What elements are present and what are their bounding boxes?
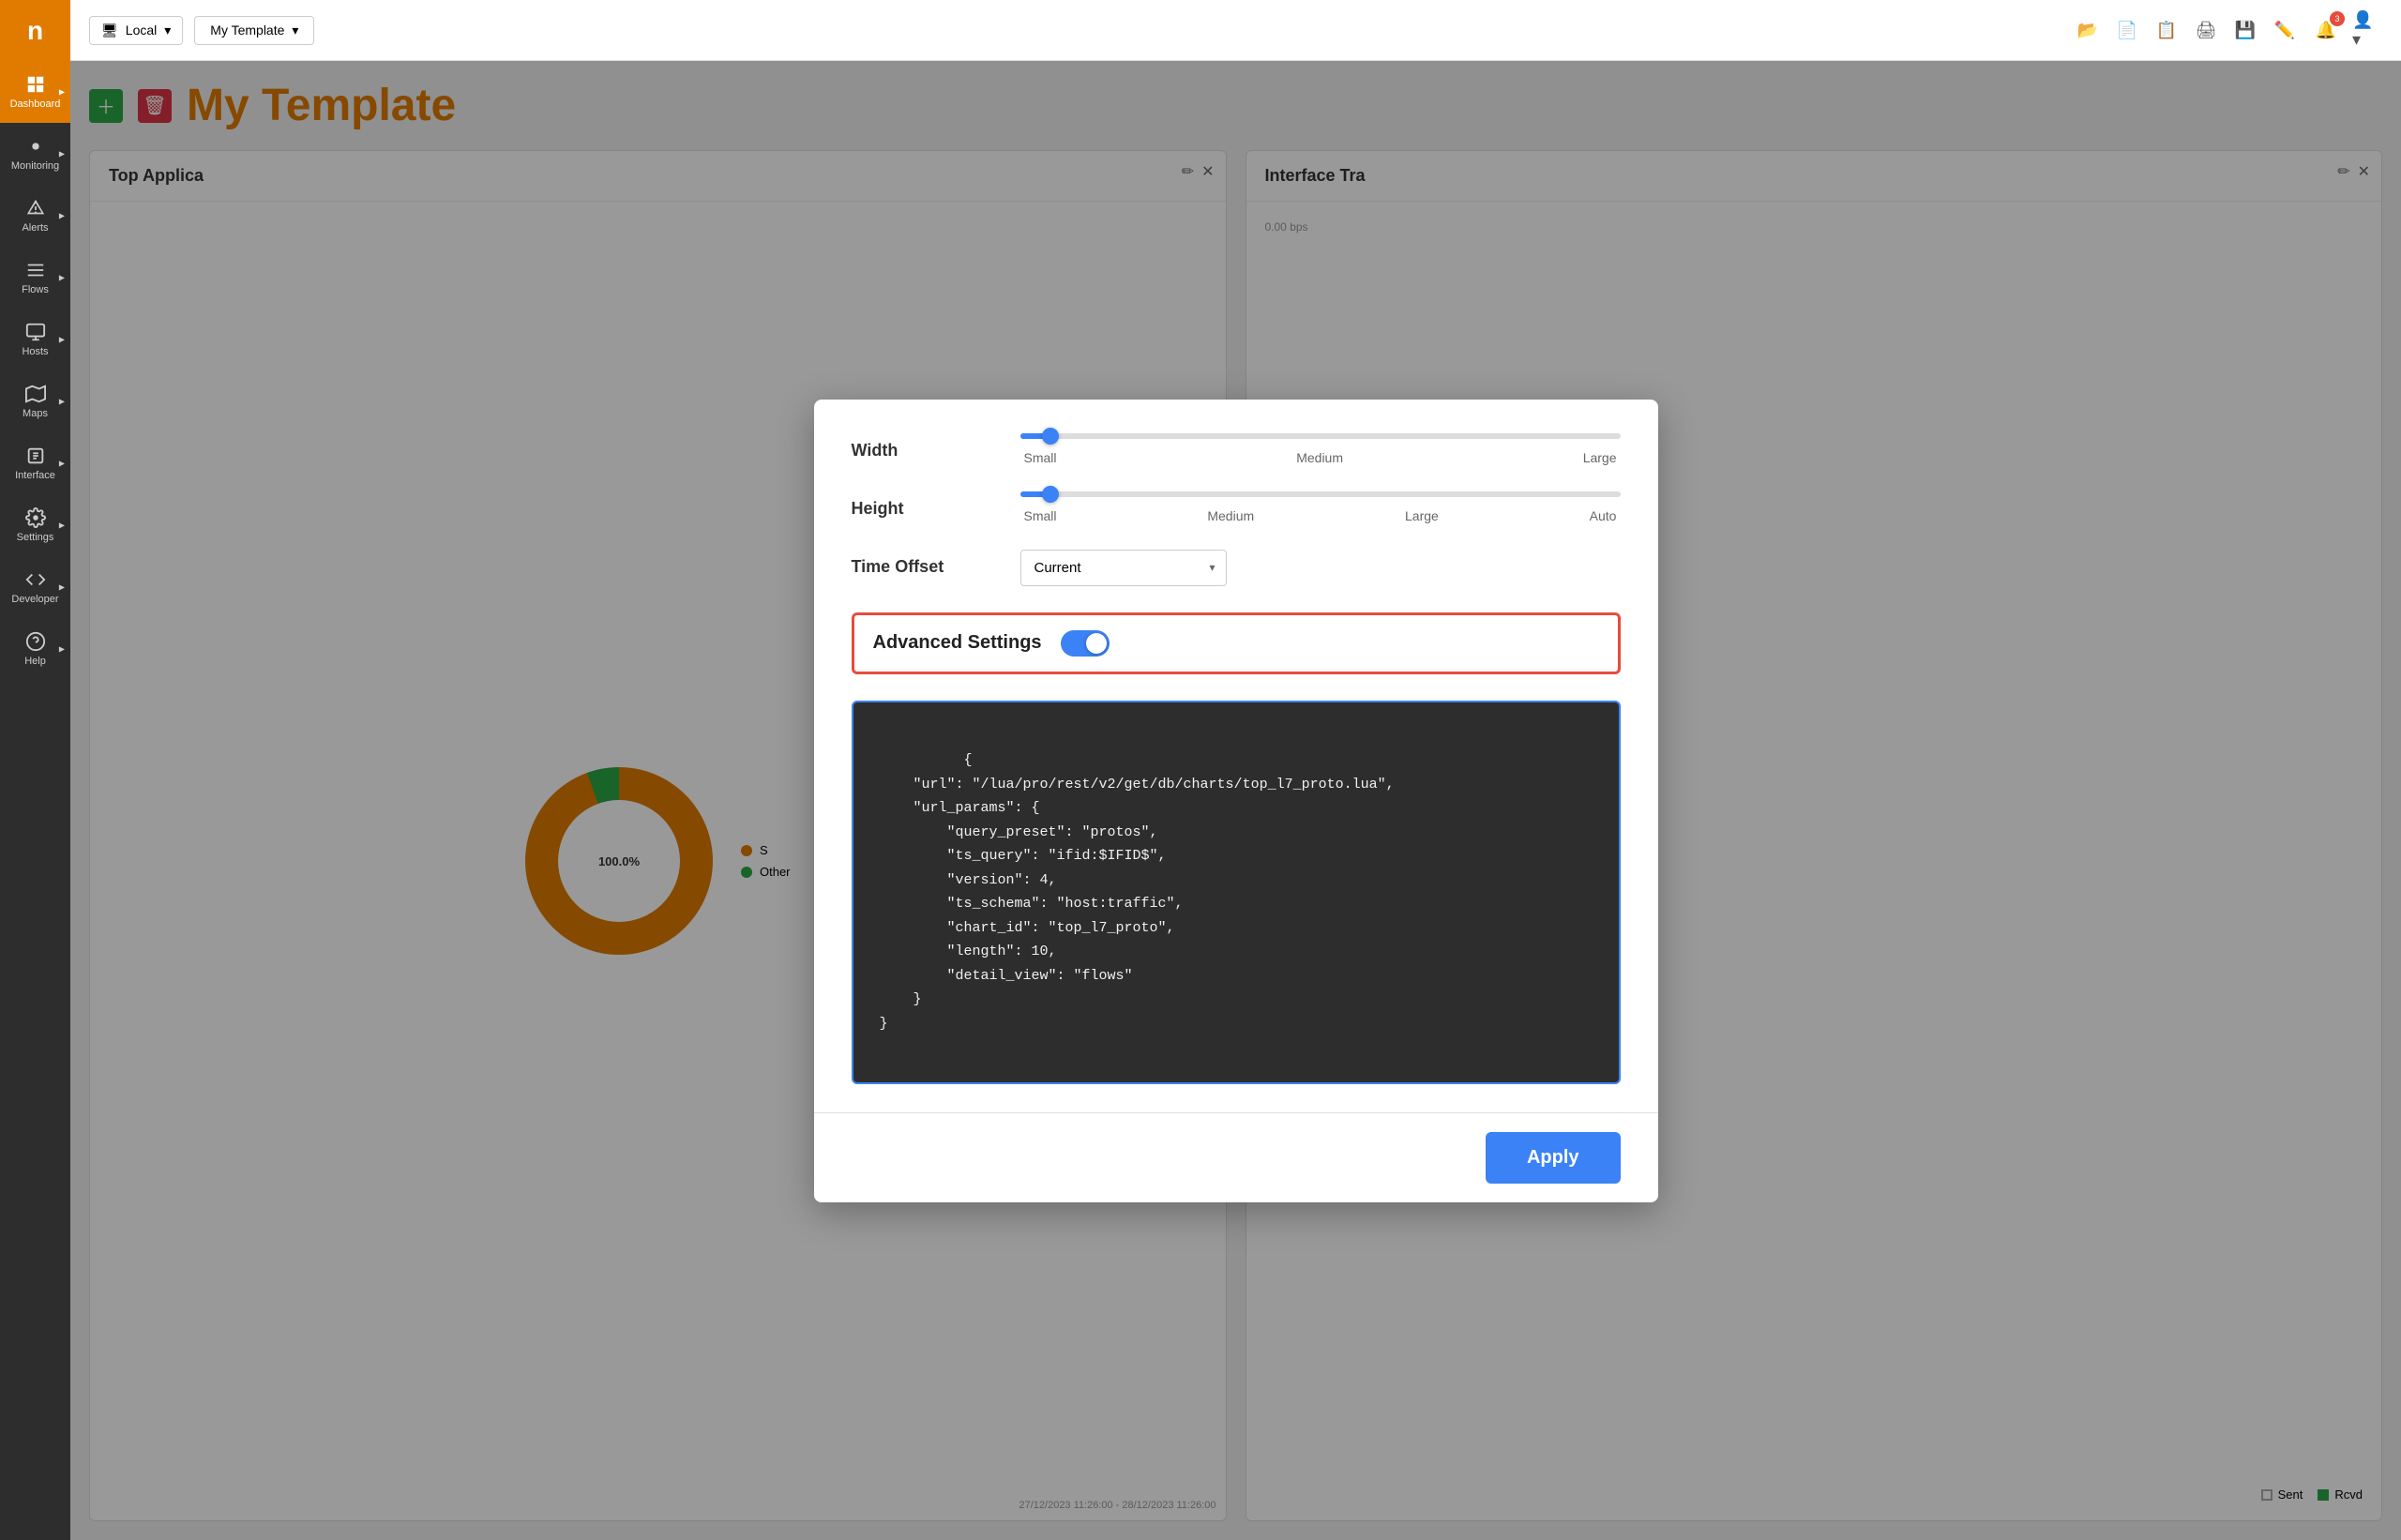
width-slider-wrapper: Small Medium Large: [1020, 433, 1621, 465]
advanced-settings-row: Advanced Settings: [852, 612, 1621, 674]
dropdown-icon: ▾: [292, 23, 298, 38]
sidebar-item-label: Developer: [11, 594, 58, 605]
height-label: Height: [852, 491, 983, 519]
chevron-right-icon: ▶: [59, 212, 65, 220]
file-download-icon[interactable]: 💾: [2230, 15, 2260, 45]
chevron-right-icon: ▶: [59, 336, 65, 344]
width-label: Width: [852, 433, 983, 460]
file-new-icon[interactable]: 📄: [2112, 15, 2142, 45]
chevron-right-icon: ▶: [59, 521, 65, 530]
sidebar-item-hosts[interactable]: Hosts ▶: [0, 309, 70, 370]
sidebar-item-label: Settings: [17, 532, 54, 543]
sidebar: n Dashboard ▶ Monitoring ▶ Alerts ▶ Flow…: [0, 0, 70, 1540]
code-content: { "url": "/lua/pro/rest/v2/get/db/charts…: [880, 752, 1395, 1032]
width-control: Small Medium Large: [1020, 433, 1621, 465]
sidebar-item-label: Dashboard: [10, 98, 61, 110]
code-editor[interactable]: { "url": "/lua/pro/rest/v2/get/db/charts…: [852, 701, 1621, 1084]
height-row: Height Small Medium Large Auto: [852, 491, 1621, 523]
apply-button[interactable]: Apply: [1486, 1132, 1621, 1184]
chevron-right-icon: ▶: [59, 398, 65, 406]
topbar-left: 🖥 Local ▾ My Template ▾: [89, 16, 2061, 45]
sidebar-item-flows[interactable]: Flows ▶: [0, 247, 70, 309]
chevron-right-icon: ▶: [59, 274, 65, 282]
file-copy-icon[interactable]: 📋: [2152, 15, 2182, 45]
sidebar-item-label: Interface: [15, 470, 55, 481]
sidebar-item-help[interactable]: Help ▶: [0, 618, 70, 680]
time-offset-label: Time Offset: [852, 550, 983, 577]
chevron-right-icon: ▶: [59, 150, 65, 159]
widget-settings-modal: Width Small Medium Large: [814, 400, 1658, 1202]
sidebar-item-label: Help: [24, 656, 46, 667]
topbar-icons: 📂 📄 📋 🖨 💾 ✏️: [2073, 15, 2300, 45]
sidebar-item-settings[interactable]: Settings ▶: [0, 494, 70, 556]
template-label: My Template: [210, 23, 284, 38]
template-selector[interactable]: My Template ▾: [194, 16, 314, 45]
height-slider-thumb[interactable]: [1042, 486, 1059, 503]
time-offset-select-wrapper: Current -1h -6h -24h -7d ▾: [1020, 550, 1227, 586]
modal-body: Width Small Medium Large: [814, 400, 1658, 1112]
server-icon: 🖥: [101, 23, 118, 38]
print-icon[interactable]: 🖨: [2191, 15, 2221, 45]
sidebar-item-label: Maps: [23, 408, 48, 419]
height-control: Small Medium Large Auto: [1020, 491, 1621, 523]
local-selector[interactable]: 🖥 Local ▾: [89, 16, 183, 45]
height-slider-wrapper: Small Medium Large Auto: [1020, 491, 1621, 523]
folder-open-icon[interactable]: 📂: [2073, 15, 2103, 45]
time-offset-row: Time Offset Current -1h -6h -24h -7d ▾: [852, 550, 1621, 586]
sidebar-item-label: Alerts: [22, 222, 48, 234]
sidebar-item-dashboard[interactable]: Dashboard ▶: [0, 61, 70, 123]
time-offset-control: Current -1h -6h -24h -7d ▾: [1020, 550, 1621, 586]
advanced-settings-label: Advanced Settings: [873, 632, 1042, 654]
topbar: 🖥 Local ▾ My Template ▾ 📂 📄 📋 🖨 💾 ✏️ 🔔 3: [70, 0, 2401, 61]
chevron-right-icon: ▶: [59, 88, 65, 97]
chevron-right-icon: ▶: [59, 460, 65, 468]
app-logo[interactable]: n: [0, 0, 70, 61]
sidebar-item-label: Hosts: [22, 346, 48, 357]
time-offset-select[interactable]: Current -1h -6h -24h -7d: [1020, 550, 1227, 586]
sidebar-item-alerts[interactable]: Alerts ▶: [0, 185, 70, 247]
sidebar-item-label: Monitoring: [11, 160, 59, 172]
main-content: 🖥 Local ▾ My Template ▾ 📂 📄 📋 🖨 💾 ✏️ 🔔 3: [70, 0, 2401, 1540]
notification-badge: 3: [2330, 11, 2345, 26]
width-slider-labels: Small Medium Large: [1020, 450, 1621, 465]
notification-button[interactable]: 🔔 3: [2311, 15, 2341, 45]
topbar-right: 📂 📄 📋 🖨 💾 ✏️ 🔔 3 👤 ▾: [2073, 15, 2382, 45]
sidebar-item-developer[interactable]: Developer ▶: [0, 556, 70, 618]
user-menu-button[interactable]: 👤 ▾: [2352, 15, 2382, 45]
chevron-right-icon: ▶: [59, 583, 65, 592]
chevron-right-icon: ▶: [59, 645, 65, 654]
height-slider-track: [1020, 491, 1621, 497]
sidebar-item-label: Flows: [22, 284, 49, 295]
width-slider-track: [1020, 433, 1621, 439]
page-area: ＋ 🗑 My Template Top Applica ✏ ✕ 100.0%: [70, 61, 2401, 1540]
advanced-settings-toggle[interactable]: [1061, 630, 1110, 657]
sidebar-item-maps[interactable]: Maps ▶: [0, 370, 70, 432]
toggle-knob: [1086, 633, 1107, 654]
sidebar-item-monitoring[interactable]: Monitoring ▶: [0, 123, 70, 185]
height-slider-labels: Small Medium Large Auto: [1020, 508, 1621, 523]
dropdown-icon: ▾: [164, 23, 171, 38]
modal-footer: Apply: [814, 1112, 1658, 1202]
width-row: Width Small Medium Large: [852, 433, 1621, 465]
width-slider-thumb[interactable]: [1042, 428, 1059, 445]
edit-icon[interactable]: ✏️: [2270, 15, 2300, 45]
local-label: Local: [126, 23, 157, 38]
sidebar-item-interface[interactable]: Interface ▶: [0, 432, 70, 494]
